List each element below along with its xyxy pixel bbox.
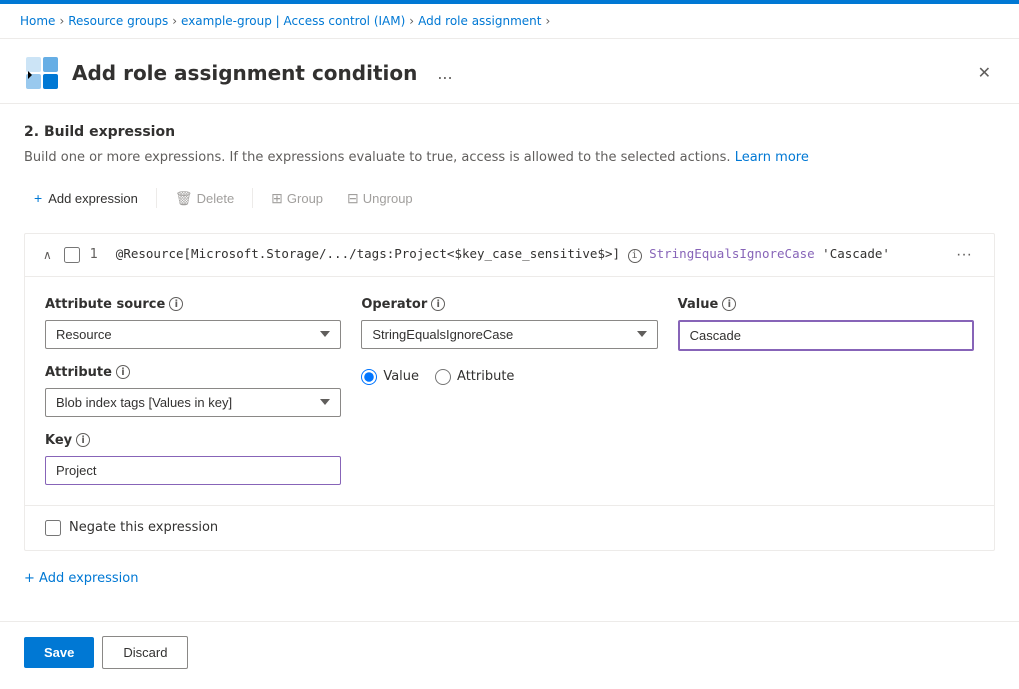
header-dots-button[interactable]: ...: [437, 64, 452, 83]
radio-attribute-input[interactable]: [435, 369, 451, 385]
footer: Save Discard: [0, 621, 1019, 683]
column-2: Operator i StringEqualsIgnoreCase V: [361, 297, 657, 385]
operator-info-icon[interactable]: i: [431, 297, 445, 311]
operator-select[interactable]: StringEqualsIgnoreCase: [361, 320, 657, 349]
expression-grid: Attribute source i Resource Attribute: [45, 297, 974, 485]
expression-header: ∧ 1 @Resource[Microsoft.Storage/.../tags…: [25, 234, 994, 277]
breadcrumb-add-role[interactable]: Add role assignment: [418, 14, 541, 28]
breadcrumb-home[interactable]: Home: [20, 14, 55, 28]
section-number: 2.: [24, 124, 39, 140]
operator-group: Operator i StringEqualsIgnoreCase: [361, 297, 657, 349]
ungroup-button[interactable]: ⊟ Ungroup: [337, 184, 423, 213]
attribute-source-group: Attribute source i Resource: [45, 297, 341, 349]
expression-checkbox[interactable]: [64, 247, 80, 263]
page-icon: [24, 55, 60, 91]
breadcrumb: Home › Resource groups › example-group |…: [0, 4, 1019, 39]
azure-shield-icon: [24, 55, 60, 91]
value-field-label: Value i: [678, 297, 974, 312]
attribute-label: Attribute i: [45, 365, 341, 380]
negate-label: Negate this expression: [69, 520, 218, 535]
column-1: Attribute source i Resource Attribute: [45, 297, 341, 485]
formula-plain: @Resource[Microsoft.Storage/.../tags:Pro…: [116, 246, 620, 261]
operator-label: Operator i: [361, 297, 657, 312]
save-button[interactable]: Save: [24, 637, 94, 668]
radio-value-input[interactable]: [361, 369, 377, 385]
learn-more-link[interactable]: Learn more: [735, 150, 809, 165]
add-expression-link[interactable]: + Add expression: [24, 567, 995, 590]
value-attribute-radio-group: Value Attribute: [361, 369, 657, 385]
ungroup-label: Ungroup: [363, 191, 413, 206]
column-3: Value i: [678, 297, 974, 351]
discard-button[interactable]: Discard: [102, 636, 188, 669]
negate-checkbox[interactable]: [45, 520, 61, 536]
close-button[interactable]: ✕: [974, 59, 995, 87]
section-description: Build one or more expressions. If the ex…: [24, 148, 995, 168]
radio-attribute-option[interactable]: Attribute: [435, 369, 514, 385]
page-header: Add role assignment condition ... ✕: [0, 39, 1019, 104]
page-title: Add role assignment condition: [72, 61, 417, 85]
add-expression-toolbar-button[interactable]: + Add expression: [24, 184, 148, 212]
breadcrumb-example-group[interactable]: example-group | Access control (IAM): [181, 14, 405, 28]
radio-value-option[interactable]: Value: [361, 369, 419, 385]
expression-number: 1: [90, 247, 106, 262]
collapse-button[interactable]: ∧: [41, 246, 54, 264]
negate-section: Negate this expression: [25, 505, 994, 550]
attribute-source-select[interactable]: Resource: [45, 320, 341, 349]
attribute-info-icon[interactable]: i: [116, 365, 130, 379]
attribute-source-info-icon[interactable]: i: [169, 297, 183, 311]
radio-value-label: Value: [383, 369, 419, 384]
key-label: Key i: [45, 433, 341, 448]
group-icon: ⊞: [271, 190, 283, 207]
toolbar-separator-1: [156, 188, 157, 208]
attribute-group: Attribute i Blob index tags [Values in k…: [45, 365, 341, 417]
formula-value: 'Cascade': [822, 246, 890, 261]
group-label: Group: [287, 191, 323, 206]
key-group: Key i: [45, 433, 341, 485]
delete-icon: 🗑: [175, 190, 193, 207]
attribute-source-label: Attribute source i: [45, 297, 341, 312]
breadcrumb-resource-groups[interactable]: Resource groups: [68, 14, 168, 28]
main-container: Add role assignment condition ... ✕ 2. B…: [0, 39, 1019, 683]
key-input[interactable]: [45, 456, 341, 485]
formula-operator: StringEqualsIgnoreCase: [649, 246, 822, 261]
add-expression-label: Add expression: [48, 191, 138, 206]
add-icon: +: [34, 190, 42, 206]
value-group: Value i: [678, 297, 974, 351]
toolbar-separator-2: [252, 188, 253, 208]
ungroup-icon: ⊟: [347, 190, 359, 207]
value-info-icon[interactable]: i: [722, 297, 736, 311]
info-icon-formula[interactable]: i: [628, 249, 642, 263]
delete-button[interactable]: 🗑 Delete: [165, 184, 244, 213]
expression-block: ∧ 1 @Resource[Microsoft.Storage/.../tags…: [24, 233, 995, 551]
section-name: Build expression: [44, 124, 175, 140]
expression-more-button[interactable]: ···: [950, 244, 978, 266]
toolbar: + Add expression 🗑 Delete ⊞ Group ⊟ Ungr…: [24, 184, 995, 213]
section-title: 2. Build expression: [24, 124, 995, 140]
expression-formula: @Resource[Microsoft.Storage/.../tags:Pro…: [116, 246, 940, 263]
group-button[interactable]: ⊞ Group: [261, 184, 333, 213]
delete-label: Delete: [197, 191, 235, 206]
key-info-icon[interactable]: i: [76, 433, 90, 447]
value-input[interactable]: [678, 320, 974, 351]
expression-body: Attribute source i Resource Attribute: [25, 277, 994, 505]
attribute-select[interactable]: Blob index tags [Values in key]: [45, 388, 341, 417]
radio-attribute-label: Attribute: [457, 369, 514, 384]
content-area: 2. Build expression Build one or more ex…: [0, 104, 1019, 621]
